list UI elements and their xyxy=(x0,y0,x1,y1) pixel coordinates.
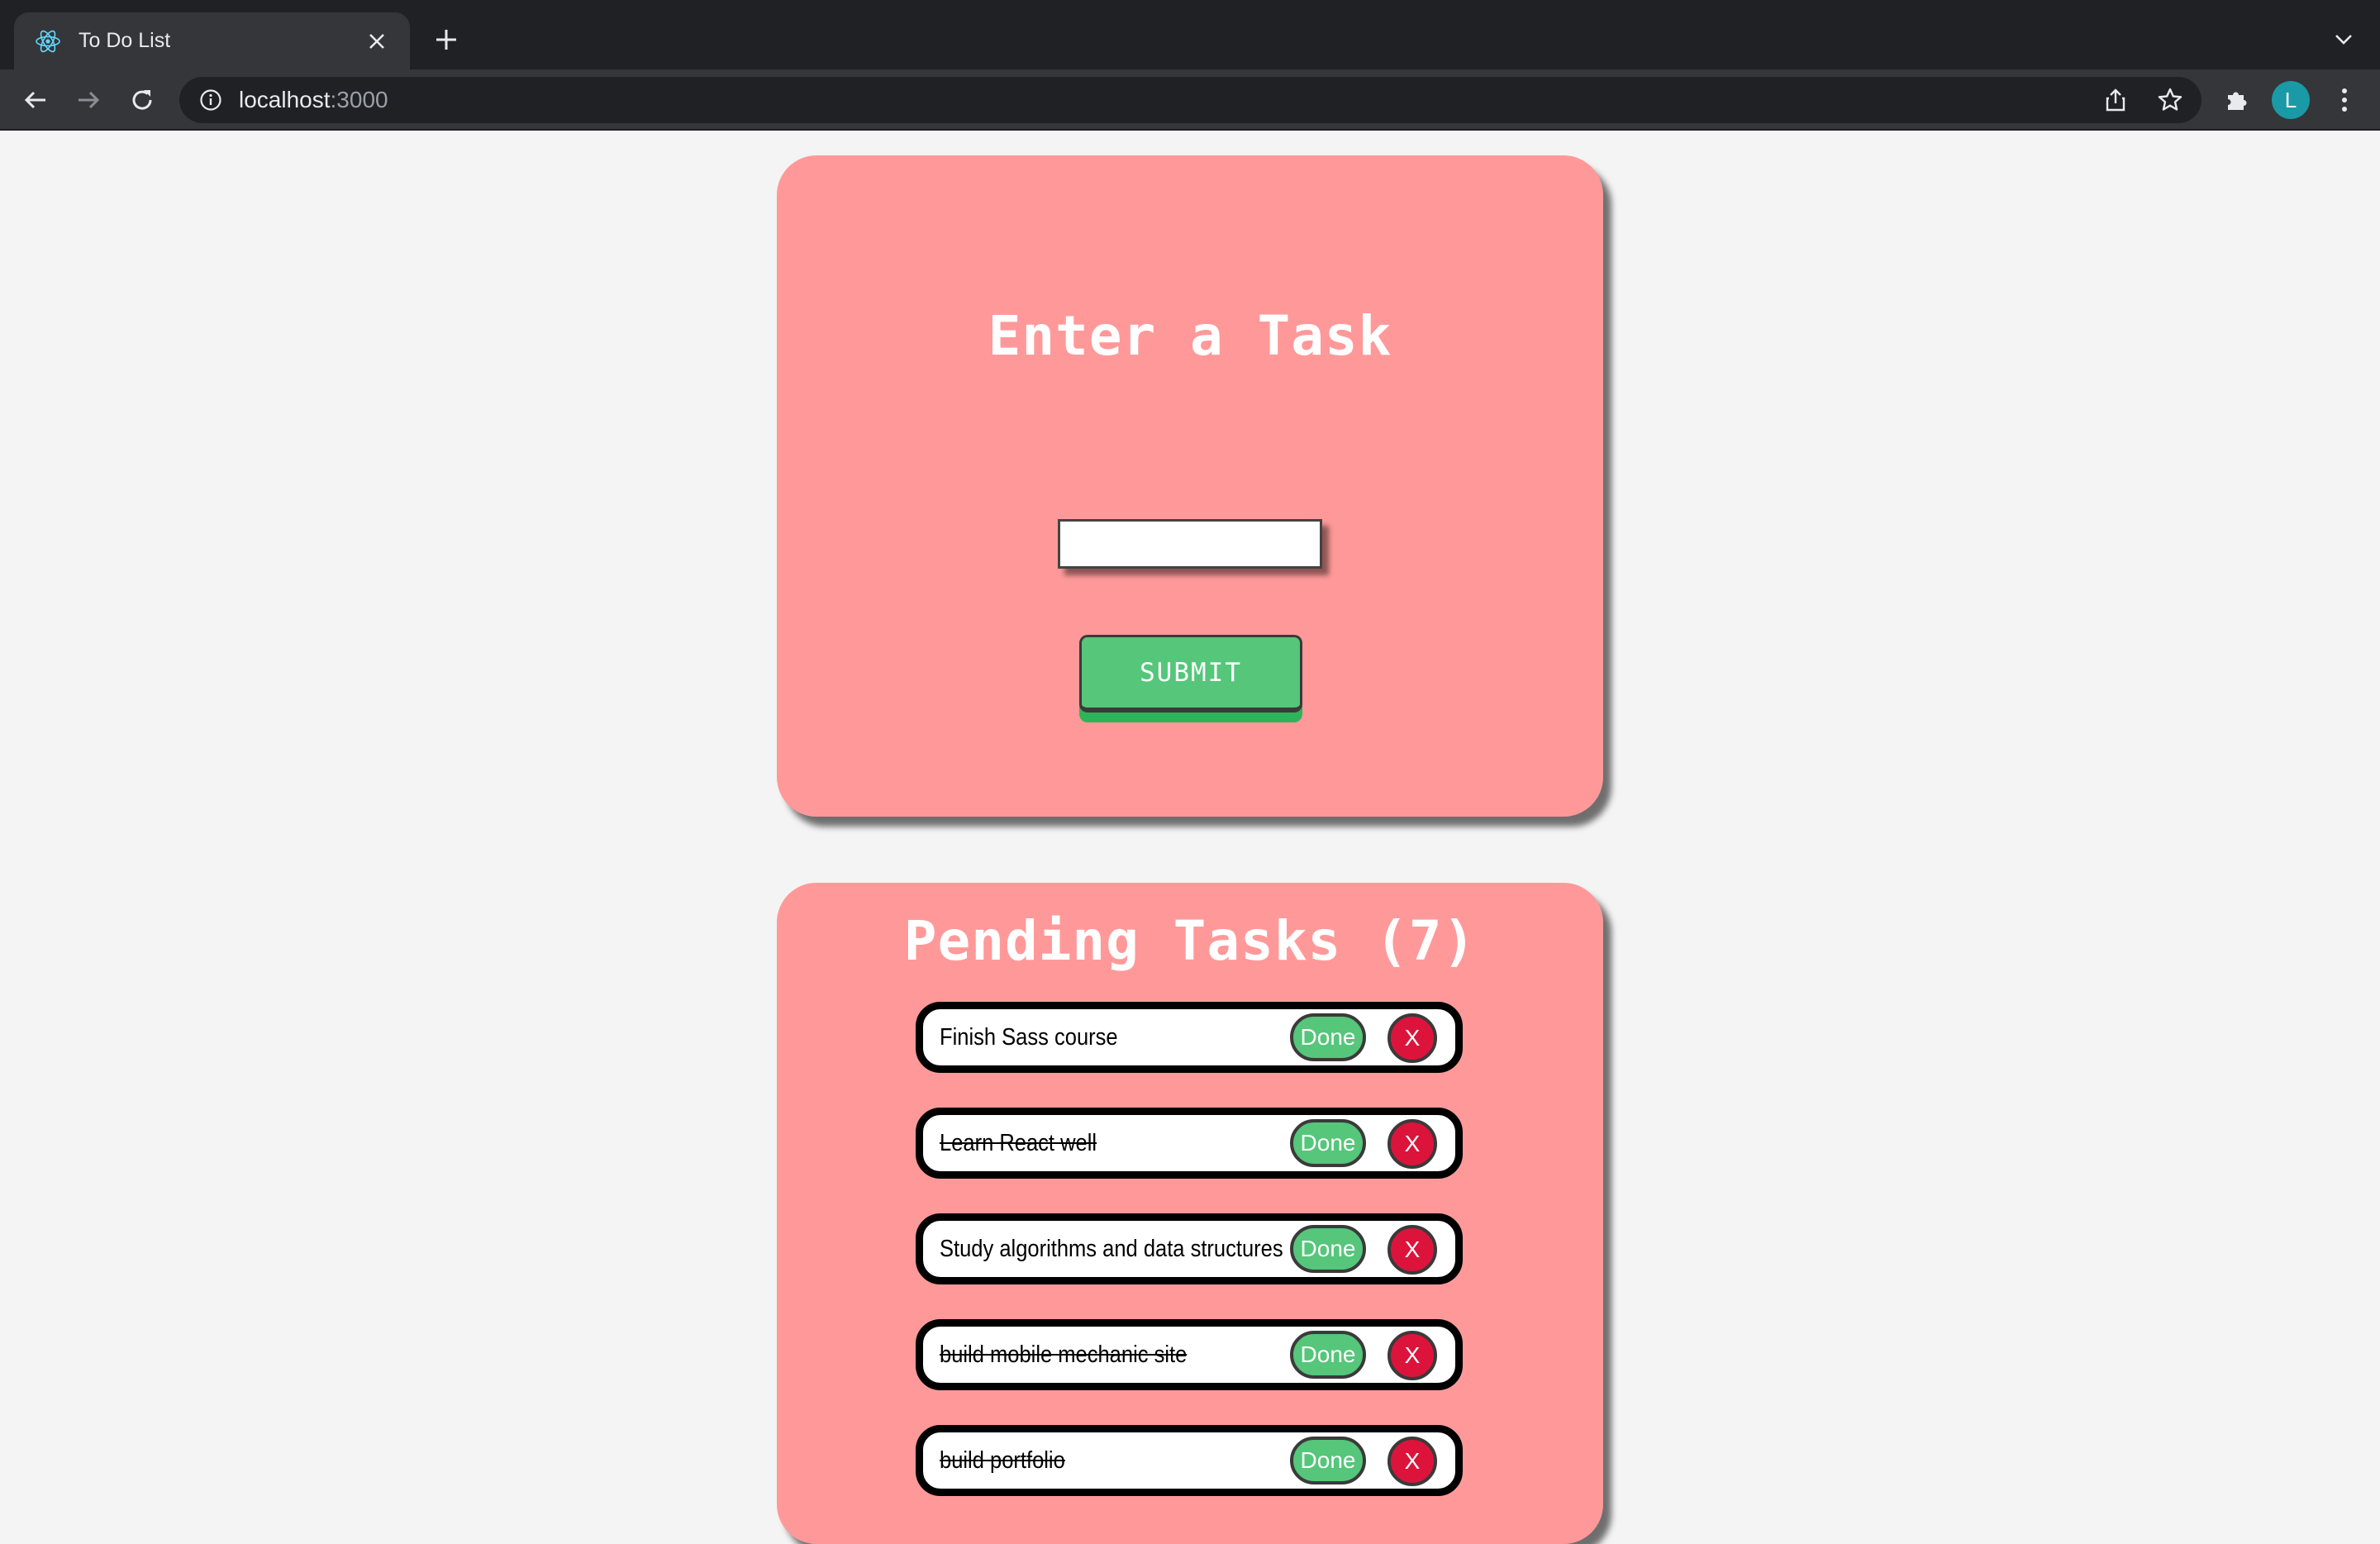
bookmark-star-icon[interactable] xyxy=(2154,83,2187,117)
tab-title: To Do List xyxy=(79,29,171,52)
info-icon[interactable] xyxy=(198,87,224,113)
react-logo-icon xyxy=(34,27,62,55)
done-button[interactable]: Done xyxy=(1290,1225,1366,1273)
profile-avatar[interactable]: L xyxy=(2272,81,2310,119)
enter-task-heading: Enter a Task xyxy=(988,304,1392,368)
done-button[interactable]: Done xyxy=(1290,1013,1366,1061)
close-tab-icon[interactable] xyxy=(360,25,393,58)
task-entry-card: Enter a Task SUBMIT xyxy=(777,155,1603,817)
done-button[interactable]: Done xyxy=(1290,1437,1366,1484)
done-button[interactable]: Done xyxy=(1290,1119,1366,1167)
delete-button[interactable]: X xyxy=(1388,1225,1437,1275)
delete-button[interactable]: X xyxy=(1388,1013,1437,1063)
url-text: localhost:3000 xyxy=(239,87,388,113)
browser-menu-icon[interactable] xyxy=(2325,81,2363,119)
browser-tab[interactable]: To Do List xyxy=(14,12,410,69)
address-bar[interactable]: localhost:3000 xyxy=(179,77,2202,123)
task-item: build mobile mechanic site Done X xyxy=(916,1319,1463,1390)
new-tab-icon[interactable] xyxy=(428,21,464,58)
task-input[interactable] xyxy=(1058,519,1322,569)
task-item: build portfolio Done X xyxy=(916,1425,1463,1496)
chevron-down-icon[interactable] xyxy=(2327,23,2360,56)
browser-tab-bar: To Do List xyxy=(0,0,2380,69)
url-host: localhost xyxy=(239,87,331,112)
delete-button[interactable]: X xyxy=(1388,1437,1437,1486)
extensions-puzzle-icon[interactable] xyxy=(2218,81,2256,119)
done-button[interactable]: Done xyxy=(1290,1331,1366,1379)
reload-icon[interactable] xyxy=(123,81,161,119)
pending-tasks-card: Pending Tasks (7) Finish Sass course Don… xyxy=(777,883,1603,1544)
task-item: Study algorithms and data structures Don… xyxy=(916,1213,1463,1284)
submit-button[interactable]: SUBMIT xyxy=(1079,635,1302,712)
forward-arrow-icon[interactable] xyxy=(69,81,107,119)
url-port: :3000 xyxy=(330,87,388,112)
task-item: Learn React well Done X xyxy=(916,1108,1463,1179)
delete-button[interactable]: X xyxy=(1388,1331,1437,1380)
task-item: Finish Sass course Done X xyxy=(916,1002,1463,1073)
share-icon[interactable] xyxy=(2099,83,2132,117)
pending-tasks-heading: Pending Tasks (7) xyxy=(903,909,1477,973)
delete-button[interactable]: X xyxy=(1388,1119,1437,1169)
browser-toolbar: localhost:3000 L xyxy=(0,69,2380,131)
back-arrow-icon[interactable] xyxy=(17,81,55,119)
